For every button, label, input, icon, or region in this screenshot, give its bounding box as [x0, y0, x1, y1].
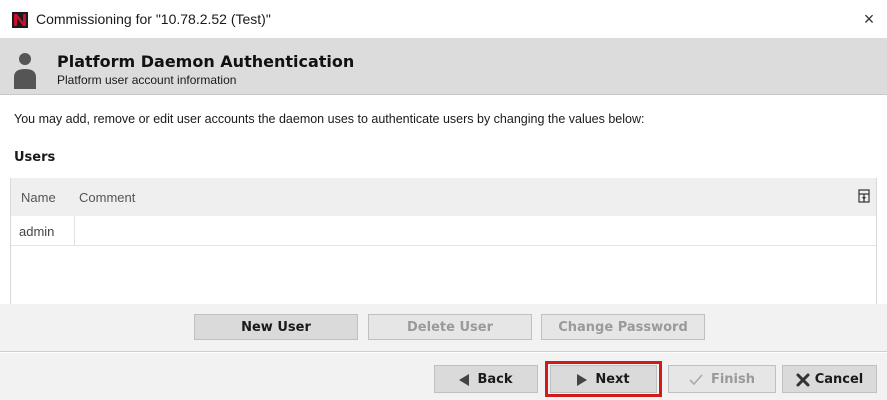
- user-icon: [14, 53, 36, 89]
- cancel-label: Cancel: [814, 372, 864, 387]
- back-button[interactable]: Back: [434, 365, 538, 393]
- app-logo-icon: [12, 12, 28, 28]
- column-chooser-icon[interactable]: [858, 189, 870, 203]
- users-section-label: Users: [14, 150, 56, 165]
- page-subtitle: Platform user account information: [57, 73, 237, 87]
- window-title: Commissioning for "10.78.2.52 (Test)": [36, 11, 271, 27]
- next-button-highlight: [545, 361, 662, 397]
- table-header: Name Comment: [11, 178, 876, 216]
- wizard-header: Platform Daemon Authentication Platform …: [0, 38, 887, 95]
- cancel-button[interactable]: Cancel: [782, 365, 877, 393]
- wizard-navigation-bar: Back Next Finish Cancel: [0, 353, 887, 400]
- table-row[interactable]: admin: [11, 216, 876, 246]
- column-header-name[interactable]: Name: [21, 190, 56, 205]
- cancel-x-icon: [796, 373, 810, 387]
- back-label: Back: [477, 372, 513, 387]
- instructions-text: You may add, remove or edit user account…: [14, 112, 645, 126]
- finish-label: Finish: [710, 372, 756, 387]
- new-user-button[interactable]: New User: [194, 314, 358, 340]
- users-table: Name Comment admin: [10, 178, 877, 304]
- window-titlebar: Commissioning for "10.78.2.52 (Test)" ×: [0, 0, 887, 38]
- column-header-comment[interactable]: Comment: [79, 190, 135, 205]
- checkmark-icon: [689, 374, 703, 386]
- close-button[interactable]: ×: [859, 8, 879, 30]
- finish-button[interactable]: Finish: [668, 365, 776, 393]
- user-actions-bar: New User Delete User Change Password: [0, 304, 887, 352]
- arrow-left-icon: [459, 374, 470, 386]
- cell-divider: [74, 216, 75, 246]
- page-title: Platform Daemon Authentication: [57, 52, 355, 71]
- change-password-button[interactable]: Change Password: [541, 314, 705, 340]
- delete-user-button[interactable]: Delete User: [368, 314, 532, 340]
- cell-user-name: admin: [19, 224, 55, 239]
